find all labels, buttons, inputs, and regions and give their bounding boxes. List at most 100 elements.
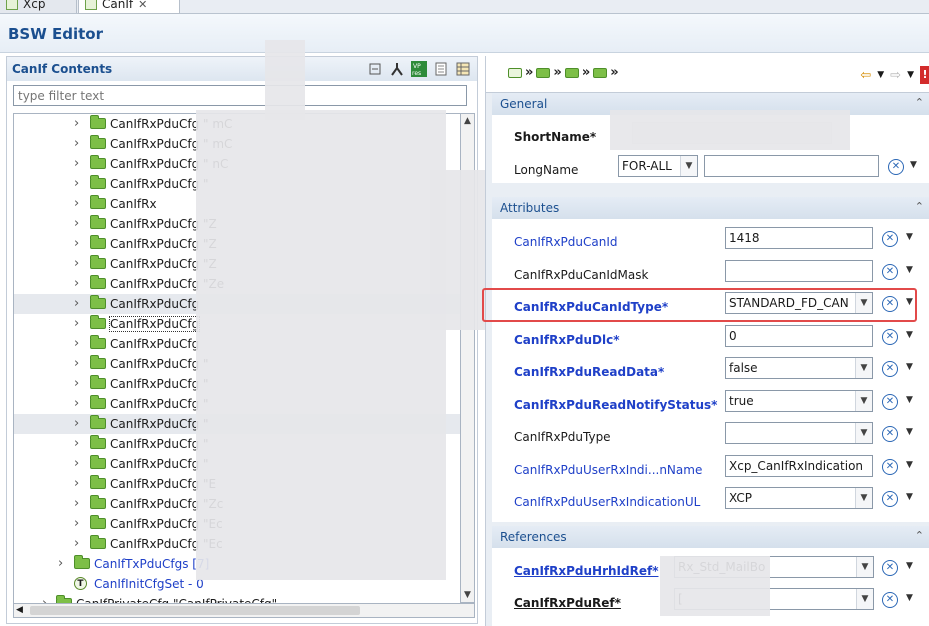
chevron-down-icon[interactable]: ▼ — [906, 460, 913, 470]
attribute-label[interactable]: CanIfRxPduReadNotifyStatus* — [514, 398, 717, 412]
chevron-down-icon[interactable]: ▼ — [906, 395, 913, 405]
clear-value-icon[interactable]: ✕ — [888, 159, 904, 175]
hierarchy-icon[interactable] — [389, 61, 405, 77]
attribute-select[interactable]: ▼ — [725, 422, 873, 444]
reference-label[interactable]: CanIfRxPduHrhIdRef* — [514, 564, 658, 578]
attribute-label[interactable]: CanIfRxPduUserRxIndicationUL — [514, 495, 700, 509]
chevron-right-icon[interactable]: › — [74, 496, 79, 511]
attribute-input[interactable]: Xcp_CanIfRxIndication — [725, 454, 873, 477]
clear-value-icon[interactable]: ✕ — [882, 458, 898, 475]
section-header[interactable]: References ⌃ — [492, 526, 929, 548]
chevron-right-icon[interactable]: › — [74, 256, 79, 271]
attribute-select[interactable]: XCP ▼ — [725, 487, 873, 509]
clear-value-icon[interactable]: ✕ — [882, 592, 898, 608]
chevron-right-icon: » — [581, 65, 591, 80]
chevron-right-icon[interactable]: › — [74, 476, 79, 491]
scroll-left-icon[interactable]: ◀ — [16, 604, 23, 617]
attribute-input[interactable]: 1418 — [725, 227, 873, 249]
reference-label[interactable]: CanIfRxPduRef* — [514, 596, 621, 610]
chevron-right-icon[interactable]: › — [74, 516, 79, 531]
attribute-label[interactable]: CanIfRxPduDlc* — [514, 333, 620, 347]
chevron-right-icon[interactable]: › — [74, 296, 79, 311]
document-icon[interactable] — [433, 61, 449, 77]
clear-value-icon[interactable]: ✕ — [882, 393, 898, 410]
chevron-right-icon[interactable]: › — [74, 416, 79, 431]
chevron-down-icon[interactable]: ▼ — [906, 593, 913, 603]
chevron-down-icon[interactable]: ▼ — [906, 265, 913, 275]
clear-value-icon[interactable]: ✕ — [882, 263, 898, 280]
chevron-down-icon[interactable]: ▼ — [877, 70, 884, 80]
chevron-right-icon[interactable]: › — [74, 216, 79, 231]
clear-value-icon[interactable]: ✕ — [882, 491, 898, 507]
folder-icon[interactable] — [536, 67, 551, 78]
folder-icon[interactable] — [508, 67, 522, 78]
tree-horizontal-scrollbar[interactable]: ◀ — [13, 603, 475, 618]
scroll-thumb[interactable] — [30, 606, 360, 615]
chevron-right-icon[interactable]: › — [74, 116, 79, 131]
attribute-label[interactable]: CanIfRxPduUserRxIndi...nName — [514, 463, 702, 477]
table-view-icon[interactable] — [455, 61, 471, 77]
chevron-right-icon[interactable]: › — [74, 276, 79, 291]
chevron-right-icon[interactable]: › — [74, 396, 79, 411]
chevron-right-icon[interactable]: › — [74, 376, 79, 391]
chevron-right-icon[interactable]: › — [74, 336, 79, 351]
chevron-down-icon[interactable]: ▼ — [680, 156, 697, 176]
tab-canif[interactable]: CanIf ✕ — [78, 0, 180, 14]
chevron-right-icon[interactable]: › — [74, 356, 79, 371]
attribute-input[interactable] — [725, 259, 873, 282]
chevron-down-icon[interactable]: ▼ — [855, 423, 872, 443]
chevron-down-icon[interactable]: ▼ — [855, 488, 872, 508]
attribute-label[interactable]: CanIfRxPduReadData* — [514, 365, 664, 379]
chevron-right-icon[interactable]: › — [74, 156, 79, 171]
clear-value-icon[interactable]: ✕ — [882, 361, 898, 377]
longname-language-select[interactable]: FOR-ALL ▼ — [618, 155, 698, 177]
chevron-right-icon[interactable]: › — [74, 436, 79, 451]
folder-icon[interactable] — [564, 67, 579, 78]
collapse-icon[interactable]: ⌃ — [915, 200, 924, 213]
clear-value-icon[interactable]: ✕ — [882, 231, 898, 247]
chevron-down-icon[interactable]: ▼ — [855, 390, 872, 411]
folder-icon[interactable] — [593, 67, 608, 78]
attribute-label[interactable]: CanIfRxPduCanId — [514, 235, 618, 249]
chevron-right-icon[interactable]: › — [74, 236, 79, 251]
chevron-right-icon[interactable]: › — [74, 176, 79, 191]
chevron-down-icon[interactable]: ▼ — [856, 589, 873, 609]
chevron-down-icon[interactable]: ▼ — [906, 492, 913, 502]
chevron-down-icon[interactable]: ▼ — [856, 557, 873, 577]
attribute-select[interactable]: true ▼ — [725, 389, 873, 412]
chevron-down-icon[interactable]: ▼ — [906, 561, 913, 571]
clear-value-icon[interactable]: ✕ — [882, 328, 898, 345]
longname-input[interactable] — [704, 155, 879, 177]
chevron-right-icon[interactable]: › — [74, 136, 79, 151]
clear-value-icon[interactable]: ✕ — [882, 560, 898, 576]
chevron-down-icon[interactable]: ▼ — [907, 70, 914, 80]
collapse-all-icon[interactable] — [367, 61, 383, 77]
attribute-select[interactable]: false ▼ — [725, 357, 873, 379]
chevron-down-icon[interactable]: ▼ — [906, 427, 913, 437]
chevron-down-icon[interactable]: ▼ — [906, 232, 913, 242]
clear-value-icon[interactable]: ✕ — [882, 426, 898, 442]
chevron-right-icon[interactable]: › — [74, 196, 79, 211]
scroll-up-icon[interactable]: ▲ — [461, 114, 474, 128]
close-icon[interactable]: ✕ — [138, 0, 147, 11]
chevron-down-icon[interactable]: ▼ — [910, 160, 917, 170]
tab-xcp[interactable]: Xcp — [0, 0, 77, 13]
chevron-down-icon[interactable]: ▼ — [906, 330, 913, 340]
chevron-right-icon[interactable]: › — [74, 536, 79, 551]
scroll-down-icon[interactable]: ▼ — [461, 588, 474, 602]
back-arrow-icon[interactable]: ⇦ — [860, 68, 871, 83]
chevron-right-icon[interactable]: › — [74, 316, 79, 331]
error-marker-icon[interactable]: ! — [920, 66, 929, 84]
chevron-right-icon[interactable]: › — [58, 556, 63, 571]
chevron-down-icon[interactable]: ▼ — [855, 358, 872, 378]
forward-arrow-icon[interactable]: ⇨ — [890, 68, 901, 83]
collapse-icon[interactable]: ⌃ — [915, 529, 924, 542]
vp-res-icon[interactable]: VP res — [411, 61, 427, 77]
chevron-down-icon[interactable]: ▼ — [906, 362, 913, 372]
attribute-input[interactable]: 0 — [725, 324, 873, 347]
chevron-right-icon[interactable]: › — [74, 456, 79, 471]
collapse-icon[interactable]: ⌃ — [915, 96, 924, 109]
folder-icon — [90, 375, 106, 389]
section-header[interactable]: Attributes ⌃ — [492, 197, 929, 219]
filter-input[interactable] — [13, 85, 467, 106]
